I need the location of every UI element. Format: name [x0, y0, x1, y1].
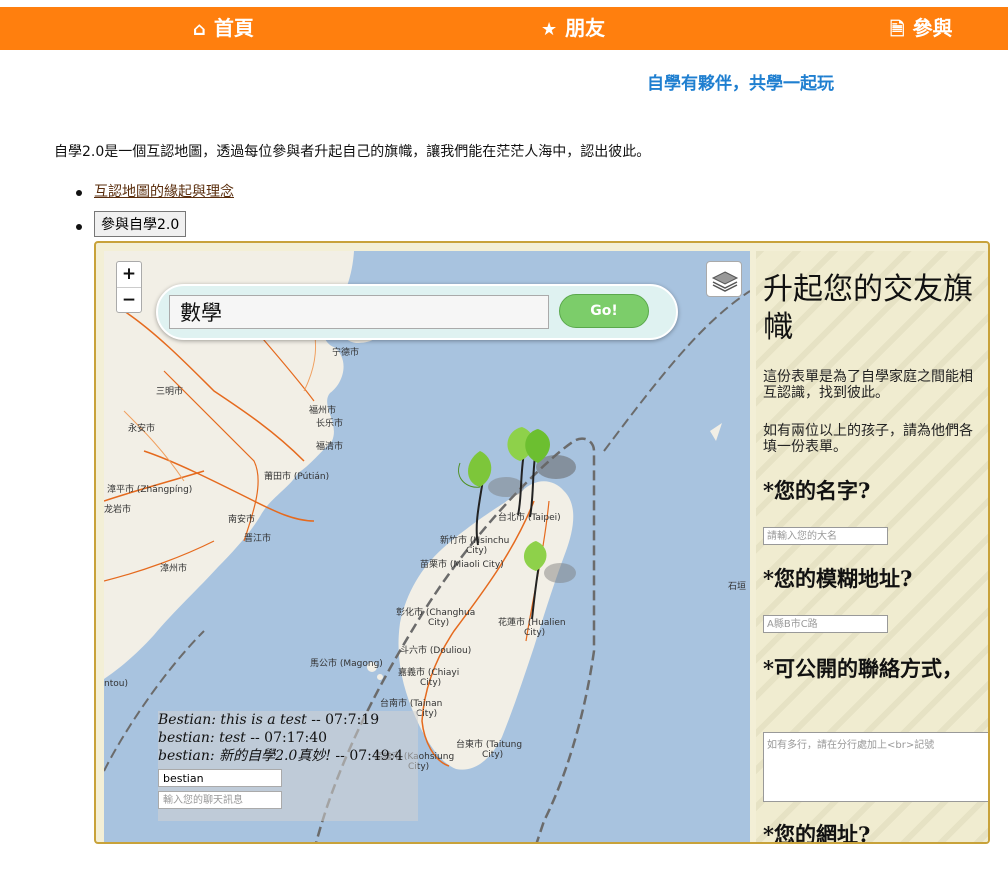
nav-join-label: 參與	[912, 16, 953, 40]
map-label: 漳平市 (Zhāngpíng)	[107, 483, 192, 495]
chat-message-time: -- 07:49:4	[330, 748, 404, 764]
map-label: 石垣	[728, 581, 746, 592]
form-title: 升起您的交友旗幟	[763, 272, 973, 345]
map-label: 三明市	[156, 385, 183, 397]
nav-join[interactable]: 🗎 參與	[890, 7, 952, 50]
zoom-out-button[interactable]: −	[117, 287, 141, 312]
star-icon: ★	[541, 19, 558, 40]
map-label: 晋江市	[244, 532, 271, 544]
map-label: 宁德市	[332, 346, 359, 358]
map-label: City)	[524, 628, 545, 638]
map-label: 台南市 (Tainan	[380, 697, 442, 709]
map-label: 莆田市 (Pútián)	[264, 470, 329, 482]
top-nav-bar: ⌂ 首頁 ★ 朋友 🗎 參與	[0, 7, 1008, 50]
contact-field[interactable]	[763, 732, 988, 802]
map-label: City)	[420, 678, 441, 688]
form-description-siblings: 如有兩位以上的孩子，請為他們各填一份表單。	[763, 423, 973, 455]
map-label: City)	[482, 750, 503, 760]
map-label: City)	[416, 709, 437, 719]
app-frame: 宁德市 福州市 长乐市 福清市 三明市 永安市 莆田市 (Pútián) 漳平市…	[94, 241, 990, 844]
chat-message-text: bestian: test	[158, 730, 246, 746]
map-label: 台東市 (Taitung	[456, 738, 522, 750]
map-label: 南安市	[228, 513, 255, 525]
map-label: 馬公市 (Magong)	[310, 657, 383, 669]
chat-panel: Bestian: this is a test -- 07:7:19 besti…	[158, 711, 418, 821]
search-input[interactable]	[169, 295, 549, 329]
website-label: *您的網址?	[763, 822, 871, 844]
chat-message: bestian: test -- 07:17:40	[158, 729, 418, 747]
map-view[interactable]: 宁德市 福州市 长乐市 福清市 三明市 永安市 莆田市 (Pútián) 漳平市…	[104, 251, 750, 842]
intro-text: 自學2.0是一個互認地圖，透過每位參與者升起自己的旗幟，讓我們能在茫茫人海中，認…	[54, 144, 651, 160]
map-label: 福清市	[316, 440, 343, 452]
chat-message-time: -- 07:17:40	[245, 730, 328, 746]
tagline: 自學有夥伴，共學一起玩	[647, 74, 834, 94]
contact-label: *可公開的聯絡方式，	[763, 656, 963, 681]
layers-icon	[711, 271, 739, 292]
flag-form: 升起您的交友旗幟 這份表單是為了自學家庭之間能相互認識，找到彼此。 如有兩位以上…	[756, 251, 988, 844]
chat-message-input[interactable]	[158, 791, 282, 809]
chat-message: Bestian: this is a test -- 07:7:19	[158, 711, 418, 729]
form-description: 這份表單是為了自學家庭之間能相互認識，找到彼此。	[763, 369, 973, 401]
map-label: City)	[466, 546, 487, 556]
list-item: 互認地圖的緣起與理念	[74, 181, 234, 205]
map-label: City)	[428, 618, 449, 628]
list-item: 參與自學2.0	[74, 211, 234, 239]
map-label: ntou)	[104, 679, 128, 689]
join-button[interactable]: 參與自學2.0	[94, 211, 187, 237]
name-field[interactable]	[763, 527, 888, 545]
map-label: 台北市 (Taipei)	[498, 511, 561, 523]
map-label: 永安市	[128, 422, 155, 434]
map-label: 福州市	[309, 404, 336, 416]
address-label: *您的模糊地址?	[763, 566, 913, 591]
go-button[interactable]: Go!	[559, 294, 649, 328]
nav-friends[interactable]: ★ 朋友	[541, 7, 605, 50]
search-bar: Go!	[156, 284, 678, 340]
map-label: 新竹市 (Hsinchu	[440, 534, 509, 546]
home-icon: ⌂	[193, 19, 206, 40]
chat-message: bestian: 新的自學2.0真妙! -- 07:49:4	[158, 747, 418, 765]
chat-message-text: Bestian: this is a test	[158, 712, 307, 728]
map-label: 龙岩市	[104, 503, 131, 515]
chat-name-input[interactable]	[158, 769, 282, 787]
map-label: 彰化市 (Changhua	[396, 606, 475, 618]
map-label: 花蓮市 (Hualien	[498, 616, 566, 628]
address-field[interactable]	[763, 615, 888, 633]
map-label: 嘉義市 (Chiayi	[398, 666, 459, 678]
origin-link[interactable]: 互認地圖的緣起與理念	[94, 184, 234, 200]
zoom-control: + −	[116, 261, 142, 313]
map-label: 长乐市	[316, 417, 343, 429]
name-label: *您的名字?	[763, 478, 871, 503]
nav-home[interactable]: ⌂ 首頁	[193, 7, 254, 50]
nav-home-label: 首頁	[213, 16, 254, 40]
document-icon: 🗎	[890, 19, 905, 40]
layers-button[interactable]	[706, 261, 742, 297]
zoom-in-button[interactable]: +	[117, 262, 141, 287]
map-label: 斗六市 (Douliou)	[400, 644, 471, 656]
nav-friends-label: 朋友	[565, 16, 606, 40]
map-label: 苗栗市 (Miaoli City)	[420, 558, 504, 570]
map-label: 漳州市	[160, 562, 187, 574]
link-list: 互認地圖的緣起與理念 參與自學2.0	[74, 181, 234, 237]
chat-message-time: -- 07:7:19	[306, 712, 380, 728]
chat-message-text: bestian: 新的自學2.0真妙!	[158, 748, 331, 764]
